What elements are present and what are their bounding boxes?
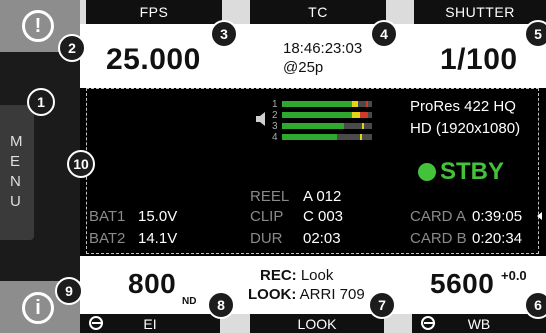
card-a-label: CARD A [410,208,466,225]
reel-value: A 012 [303,188,342,205]
menu-letter: M [10,133,23,150]
tab-wb-label: WB [467,315,491,332]
audio-channel-label: 2 [272,110,278,121]
toggle-icon [89,316,103,330]
timecode-rate: @25p [283,59,324,76]
clip-label: CLIP [250,208,284,225]
codec-label: ProRes 422 HQ [410,98,516,115]
rec-label: REC: [260,267,297,284]
reel-label: REEL [250,188,290,205]
tab-wb[interactable]: WB [412,314,546,333]
card-a-value: 0:39:05 [472,208,523,225]
tab-ei-label: EI [143,315,157,332]
look-name: LOOK: ARRI 709 [248,286,365,303]
nd-indicator: ND [182,296,197,307]
tab-shutter[interactable]: SHUTTER [414,0,546,24]
menu-letter: E [10,153,21,170]
tab-ei[interactable]: EI [80,314,220,333]
battery2-label: BAT2 [89,230,126,247]
menu-letter: N [10,173,21,190]
battery2-value: 14.1V [138,230,178,247]
audio-channel-label: 4 [272,132,278,143]
callout-badge-10: 10 [67,150,95,178]
callout-badge-1: 1 [27,88,55,116]
wb-offset: +0.0 [501,268,527,283]
ei-value[interactable]: 800 [128,268,176,300]
callout-badge-6: 6 [524,291,546,319]
card-active-arrow-icon [537,212,542,220]
record-status-dot [418,163,436,181]
resolution-label: HD (1920x1080) [410,120,521,137]
callout-badge-9: 9 [55,277,83,305]
audio-meter-3 [282,123,372,129]
tab-look[interactable]: LOOK [250,314,384,333]
callout-badge-7: 7 [368,291,396,319]
audio-meter-2 [282,112,372,118]
warning-icon: ! [22,10,54,42]
wb-value[interactable]: 5600 [430,268,494,300]
timecode-value[interactable]: 18:46:23:03 [283,40,362,57]
audio-meter-4 [282,134,372,140]
menu-letter: U [10,193,21,210]
speaker-icon [256,112,265,126]
rec-look: REC: Look [260,267,333,284]
info-icon: i [22,292,54,324]
callout-badge-2: 2 [58,34,86,62]
audio-channel-label: 3 [272,121,278,132]
menu-button[interactable]: M E N U [0,105,34,240]
card-b-label: CARD B [410,230,467,247]
clip-value: C 003 [303,208,344,225]
callout-badge-3: 3 [210,20,238,48]
look-value: ARRI 709 [299,286,365,303]
card-b-value: 0:20:34 [472,230,523,247]
callout-badge-4: 4 [370,20,398,48]
tab-tc[interactable]: TC [250,0,386,24]
battery1-label: BAT1 [89,208,126,225]
toggle-icon [421,316,435,330]
shutter-value[interactable]: 1/100 [440,43,518,77]
battery1-value: 15.0V [138,208,178,225]
audio-meter-1 [282,101,372,107]
audio-channel-label: 1 [272,99,278,110]
fps-value[interactable]: 25.000 [106,43,201,77]
duration-label: DUR [250,230,283,247]
tab-fps[interactable]: FPS [86,0,222,24]
duration-value: 02:03 [303,230,341,247]
look-label: LOOK: [248,286,297,303]
callout-badge-5: 5 [524,20,546,48]
callout-badge-8: 8 [207,291,235,319]
record-status: STBY [440,158,505,185]
rec-value: Look [300,267,334,284]
